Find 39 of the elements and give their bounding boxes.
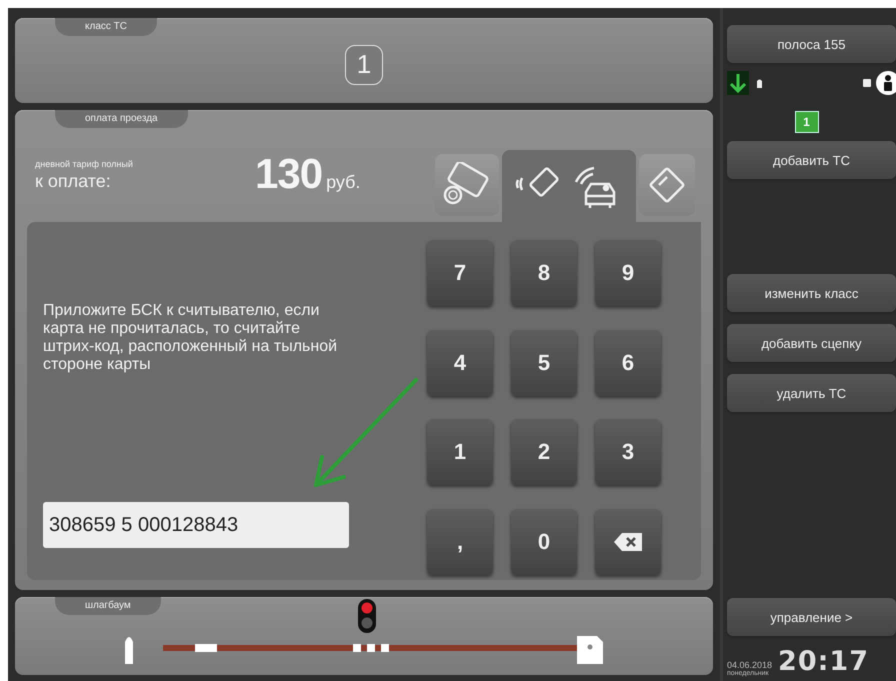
payment-method-tab[interactable] <box>435 154 499 216</box>
payment-method-tab[interactable] <box>502 150 636 222</box>
side-button[interactable]: удалить ТС <box>727 374 896 412</box>
keypad-key[interactable]: 7 <box>427 240 493 306</box>
keypad-key[interactable]: 5 <box>511 330 577 396</box>
keypad-key[interactable]: 0 <box>511 508 577 574</box>
side-button[interactable]: управление > <box>727 598 896 636</box>
currency-label: руб. <box>326 172 360 193</box>
keypad-key[interactable]: 6 <box>595 330 661 396</box>
side-button[interactable]: добавить ТС <box>727 141 896 179</box>
backspace-icon <box>614 532 642 550</box>
keypad-key[interactable]: 1 <box>427 419 493 485</box>
date-text: 04.06.2018 <box>727 660 772 670</box>
clock-time: 20:17 <box>778 646 869 677</box>
payment-method-tab[interactable] <box>639 154 695 216</box>
panel-label: оплата проезда <box>55 110 188 128</box>
keypad-key[interactable]: 3 <box>595 419 661 485</box>
keypad-key[interactable]: 9 <box>595 240 661 306</box>
card-number-field[interactable]: 308659 5 000128843 <box>43 502 349 548</box>
backspace-key[interactable] <box>595 508 661 574</box>
barrier-post-icon <box>757 78 762 88</box>
tariff-label: дневной тариф полный <box>35 159 134 169</box>
amount-due-label: к оплате: <box>35 171 112 192</box>
down-arrow-icon <box>727 71 749 95</box>
instruction-text: Приложите БСК к считывателю, если карта не прочиталась, то считайте штрих-код, расположенный на тыльной стороне карты <box>43 302 338 374</box>
barrier-block-icon <box>863 79 871 87</box>
vehicle-class-value[interactable]: 1 <box>345 44 383 84</box>
panel-label: шлагбаум <box>55 597 161 615</box>
keypad-key[interactable]: 2 <box>511 419 577 485</box>
person-lock-icon <box>876 71 896 95</box>
keypad-key[interactable]: 8 <box>511 240 577 306</box>
queue-count-badge: 1 <box>794 111 818 133</box>
lane-button[interactable]: полоса 155 <box>727 25 896 63</box>
keypad-key[interactable]: , <box>427 508 493 574</box>
panel-label: класс ТС <box>55 18 157 36</box>
side-button[interactable]: добавить сцепку <box>727 324 896 362</box>
side-button[interactable]: изменить класс <box>727 274 896 312</box>
amount-value: 130 <box>255 150 322 198</box>
keypad-key[interactable]: 4 <box>427 330 493 396</box>
